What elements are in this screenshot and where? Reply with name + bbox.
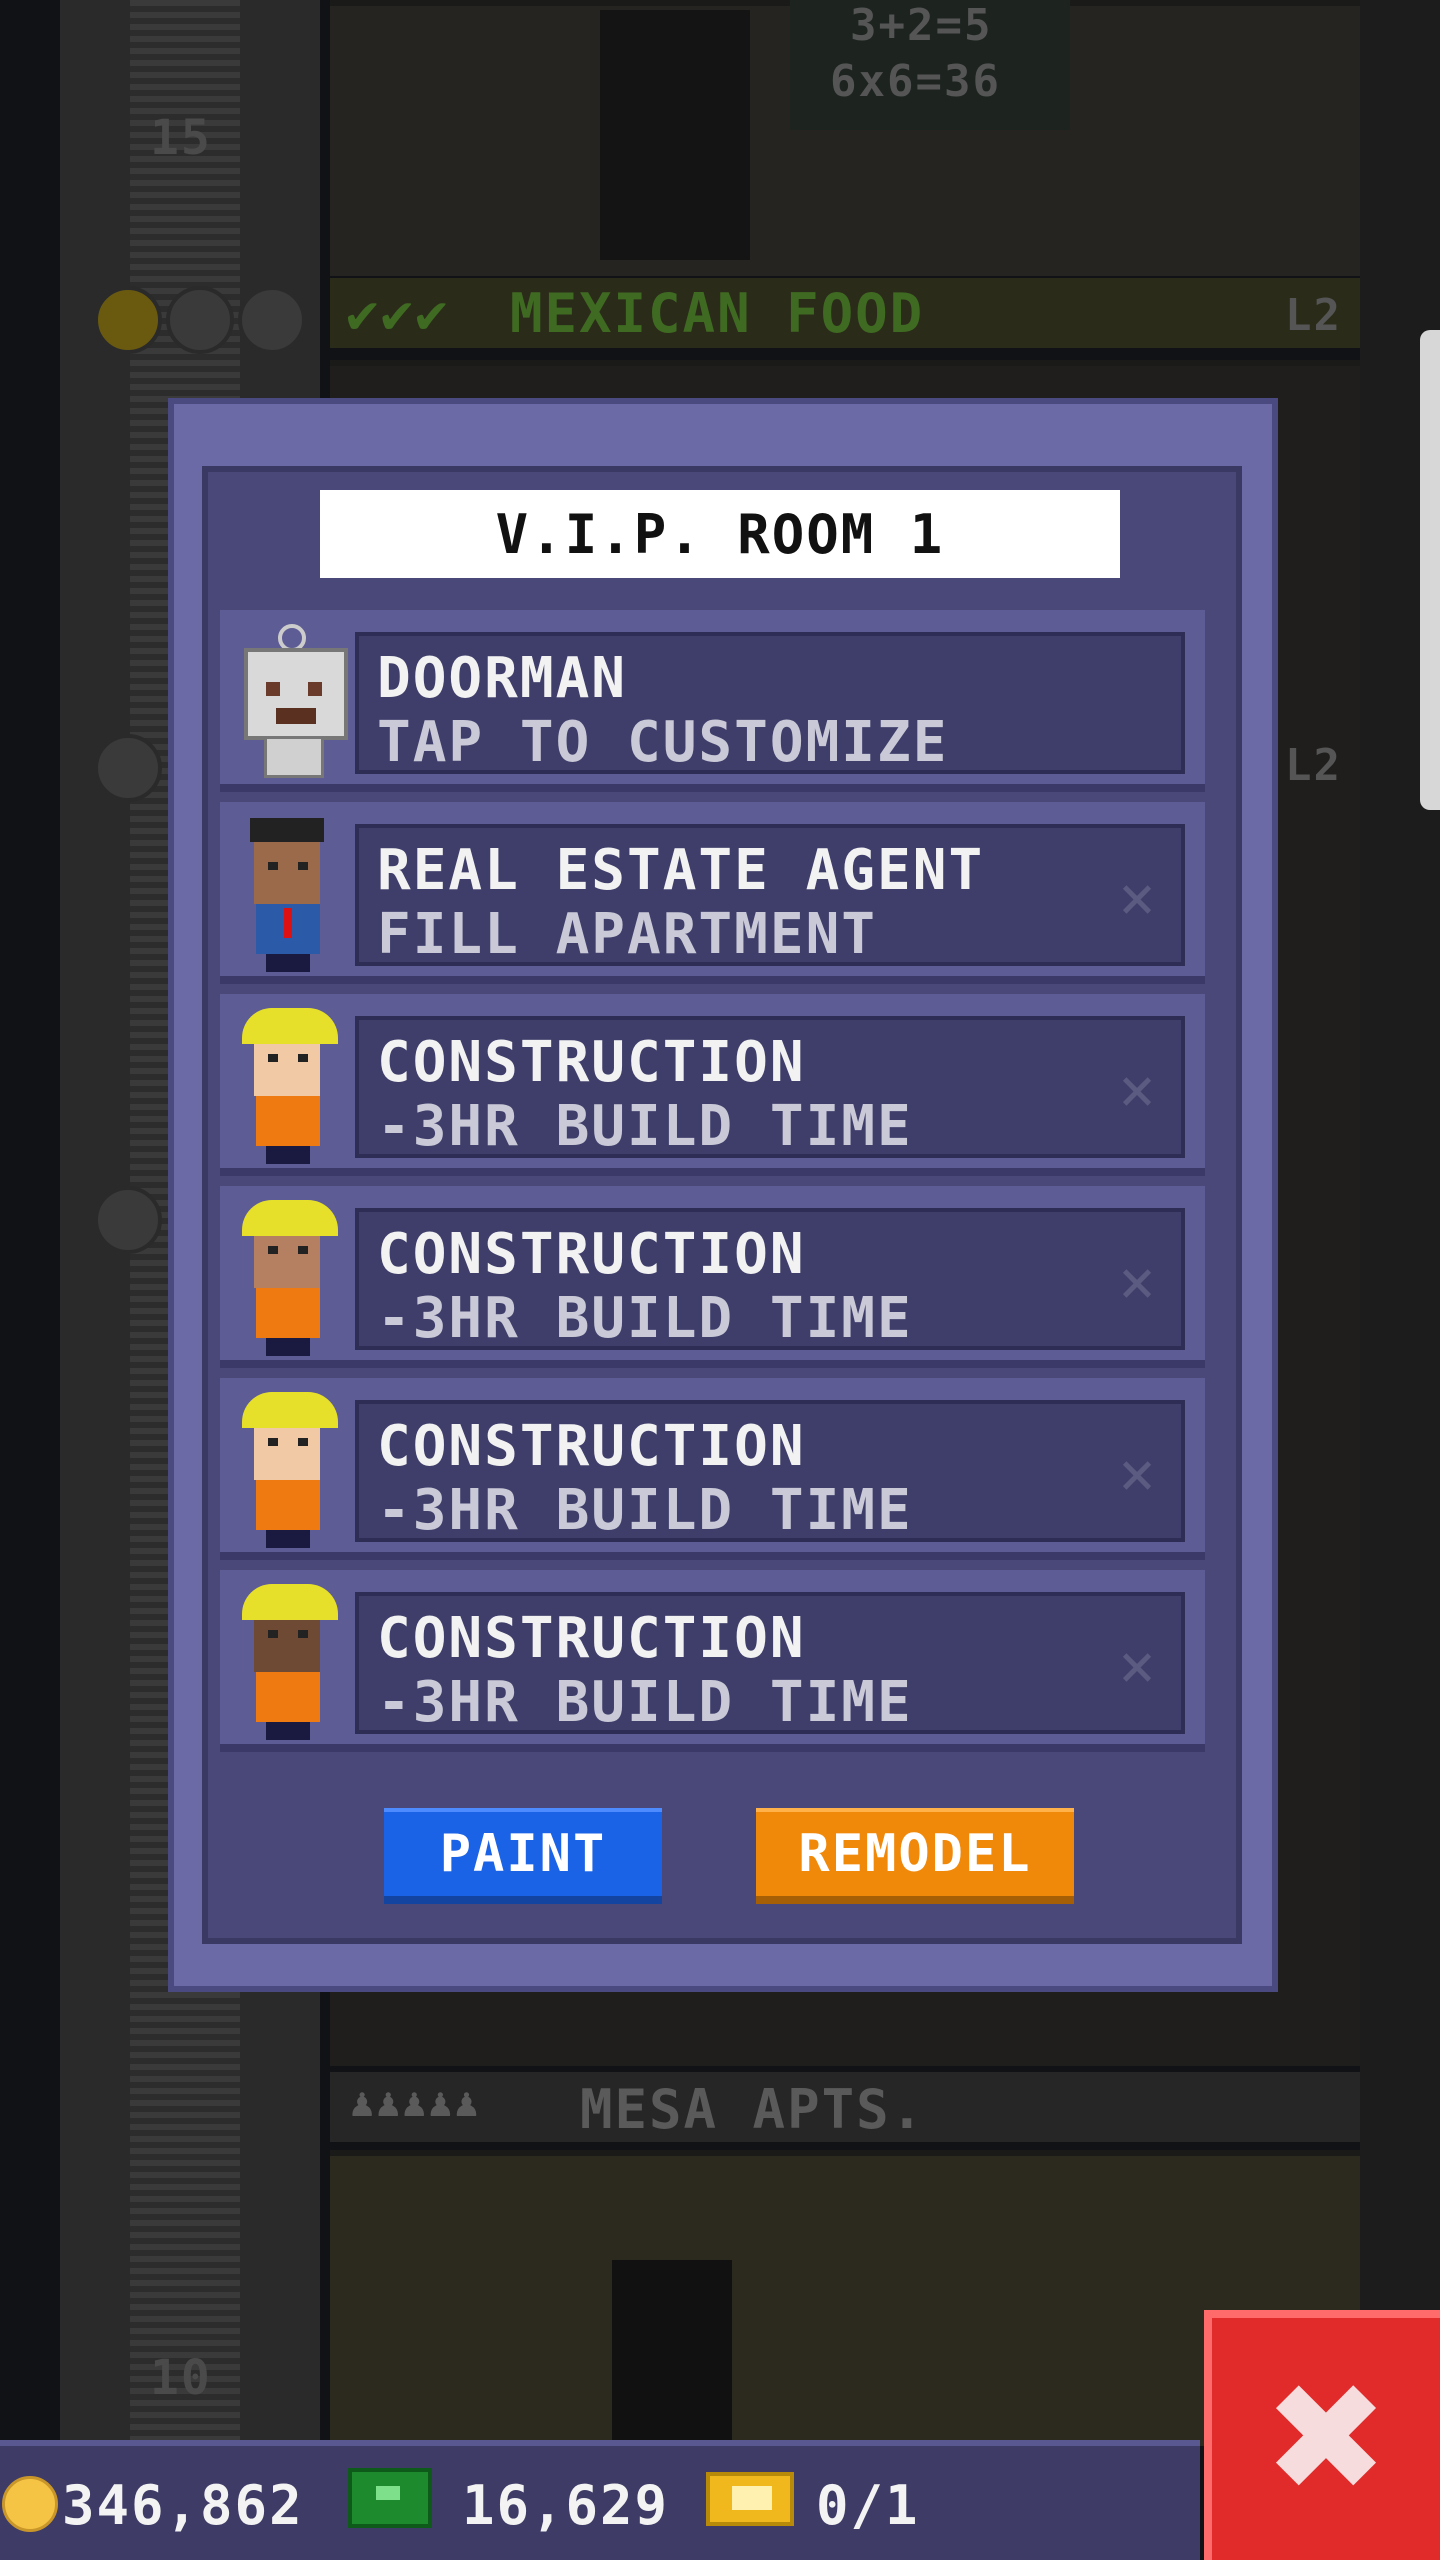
construction-row[interactable]: CONSTRUCTION -3HR BUILD TIME × xyxy=(220,1378,1205,1560)
tower-bux-icon xyxy=(348,2468,432,2528)
role-detail: -3HR BUILD TIME xyxy=(377,1094,913,1159)
construction-worker-avatar xyxy=(234,1004,344,1169)
real-estate-agent-row[interactable]: REAL ESTATE AGENT FILL APARTMENT × xyxy=(220,802,1205,984)
door xyxy=(600,10,750,260)
construction-row[interactable]: CONSTRUCTION -3HR BUILD TIME × xyxy=(220,1186,1205,1368)
role-name: DOORMAN xyxy=(377,646,628,711)
construction-worker-avatar xyxy=(234,1388,344,1553)
role-name: CONSTRUCTION xyxy=(377,1222,806,1287)
floor-name: MESA APTS. xyxy=(580,2078,926,2141)
role-name: CONSTRUCTION xyxy=(377,1414,806,1479)
star-icon xyxy=(94,1186,162,1254)
role-name: CONSTRUCTION xyxy=(377,1606,806,1671)
construction-row[interactable]: CONSTRUCTION -3HR BUILD TIME × xyxy=(220,1570,1205,1752)
role-detail: -3HR BUILD TIME xyxy=(377,1478,913,1543)
agent-avatar xyxy=(234,812,344,977)
floor-number: 10 xyxy=(150,2350,212,2406)
role-name: CONSTRUCTION xyxy=(377,1030,806,1095)
paint-button[interactable]: PAINT xyxy=(384,1808,662,1904)
bux-count: 16,629 xyxy=(462,2474,670,2537)
remove-worker-button[interactable]: × xyxy=(1109,1635,1165,1697)
star-icon xyxy=(94,734,162,802)
star-icon xyxy=(94,286,162,354)
remove-worker-button[interactable]: × xyxy=(1109,1251,1165,1313)
close-icon: ✖ xyxy=(1263,2352,1389,2526)
residents-icons: ♟♟♟♟♟ xyxy=(350,2080,481,2126)
construction-row[interactable]: CONSTRUCTION -3HR BUILD TIME × xyxy=(220,994,1205,1176)
star-icon xyxy=(238,286,306,354)
role-name: REAL ESTATE AGENT xyxy=(377,838,985,903)
close-button[interactable]: ✖ xyxy=(1204,2310,1440,2560)
remodel-button[interactable]: REMODEL xyxy=(756,1808,1074,1904)
floor-number: 15 xyxy=(150,110,212,166)
level-tag: L2 xyxy=(1285,290,1342,341)
star-icon xyxy=(166,286,234,354)
construction-worker-avatar xyxy=(234,1580,344,1745)
door xyxy=(612,2260,732,2440)
tickets-count: 0/1 xyxy=(816,2474,920,2537)
level-tag: L2 xyxy=(1285,740,1342,791)
doorman-row[interactable]: DOORMAN TAP TO CUSTOMIZE xyxy=(220,610,1205,792)
check-icons: ✔✔✔ xyxy=(346,282,450,345)
remove-worker-button[interactable]: × xyxy=(1109,1443,1165,1505)
side-drawer-tab[interactable] xyxy=(1420,330,1440,810)
remove-worker-button[interactable]: × xyxy=(1109,1059,1165,1121)
role-detail: -3HR BUILD TIME xyxy=(377,1670,913,1735)
construction-worker-avatar xyxy=(234,1196,344,1361)
role-detail: FILL APARTMENT xyxy=(377,902,878,967)
blackboard: 3+2=5 6x6=36 xyxy=(790,0,1070,130)
currency-bar: 346,862 16,629 0/1 xyxy=(0,2440,1200,2560)
dialog-title: V.I.P. ROOM 1 xyxy=(320,490,1120,578)
coins-count: 346,862 xyxy=(62,2474,304,2537)
golden-ticket-icon xyxy=(706,2472,794,2526)
role-detail: TAP TO CUSTOMIZE xyxy=(377,710,949,775)
floor-name: MEXICAN FOOD xyxy=(510,282,925,345)
remove-worker-button[interactable]: × xyxy=(1109,867,1165,929)
coin-icon xyxy=(2,2476,58,2532)
role-detail: -3HR BUILD TIME xyxy=(377,1286,913,1351)
robot-doorman-avatar xyxy=(234,620,348,785)
